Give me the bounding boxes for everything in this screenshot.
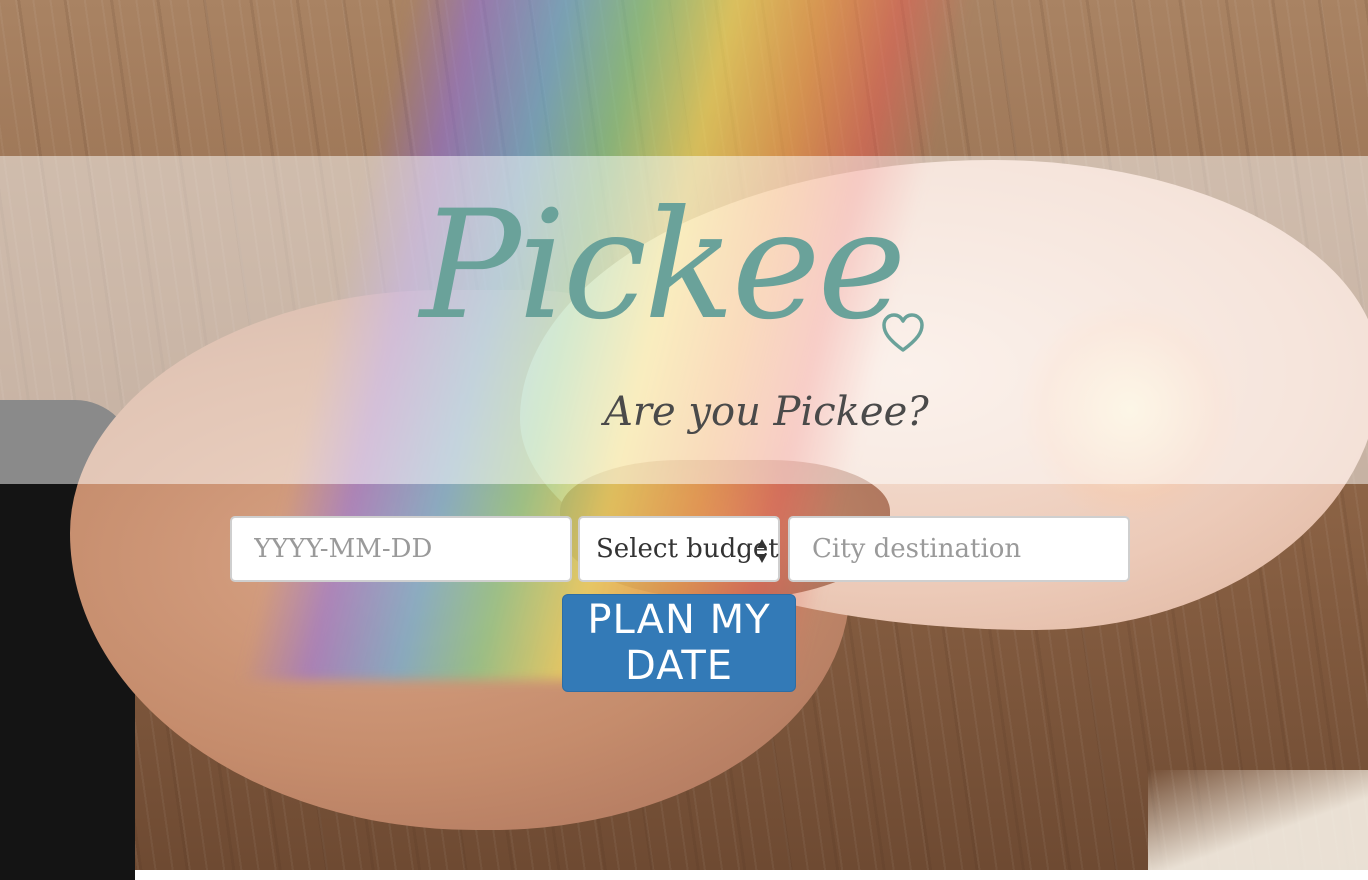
logo: Pickee — [420, 176, 980, 376]
logo-text: Pickee — [420, 179, 906, 353]
light-spot — [1148, 770, 1368, 870]
city-destination-input[interactable] — [788, 516, 1130, 582]
date-input[interactable] — [230, 516, 572, 582]
up-down-arrows-icon — [757, 539, 767, 563]
budget-select[interactable]: Select budget — [578, 516, 780, 582]
heart-outline-icon — [882, 313, 924, 352]
tagline: Are you Pickee? — [604, 389, 929, 435]
budget-select-value: Select budget — [596, 534, 779, 564]
plan-my-date-button[interactable]: PLAN MY DATE — [562, 594, 796, 692]
